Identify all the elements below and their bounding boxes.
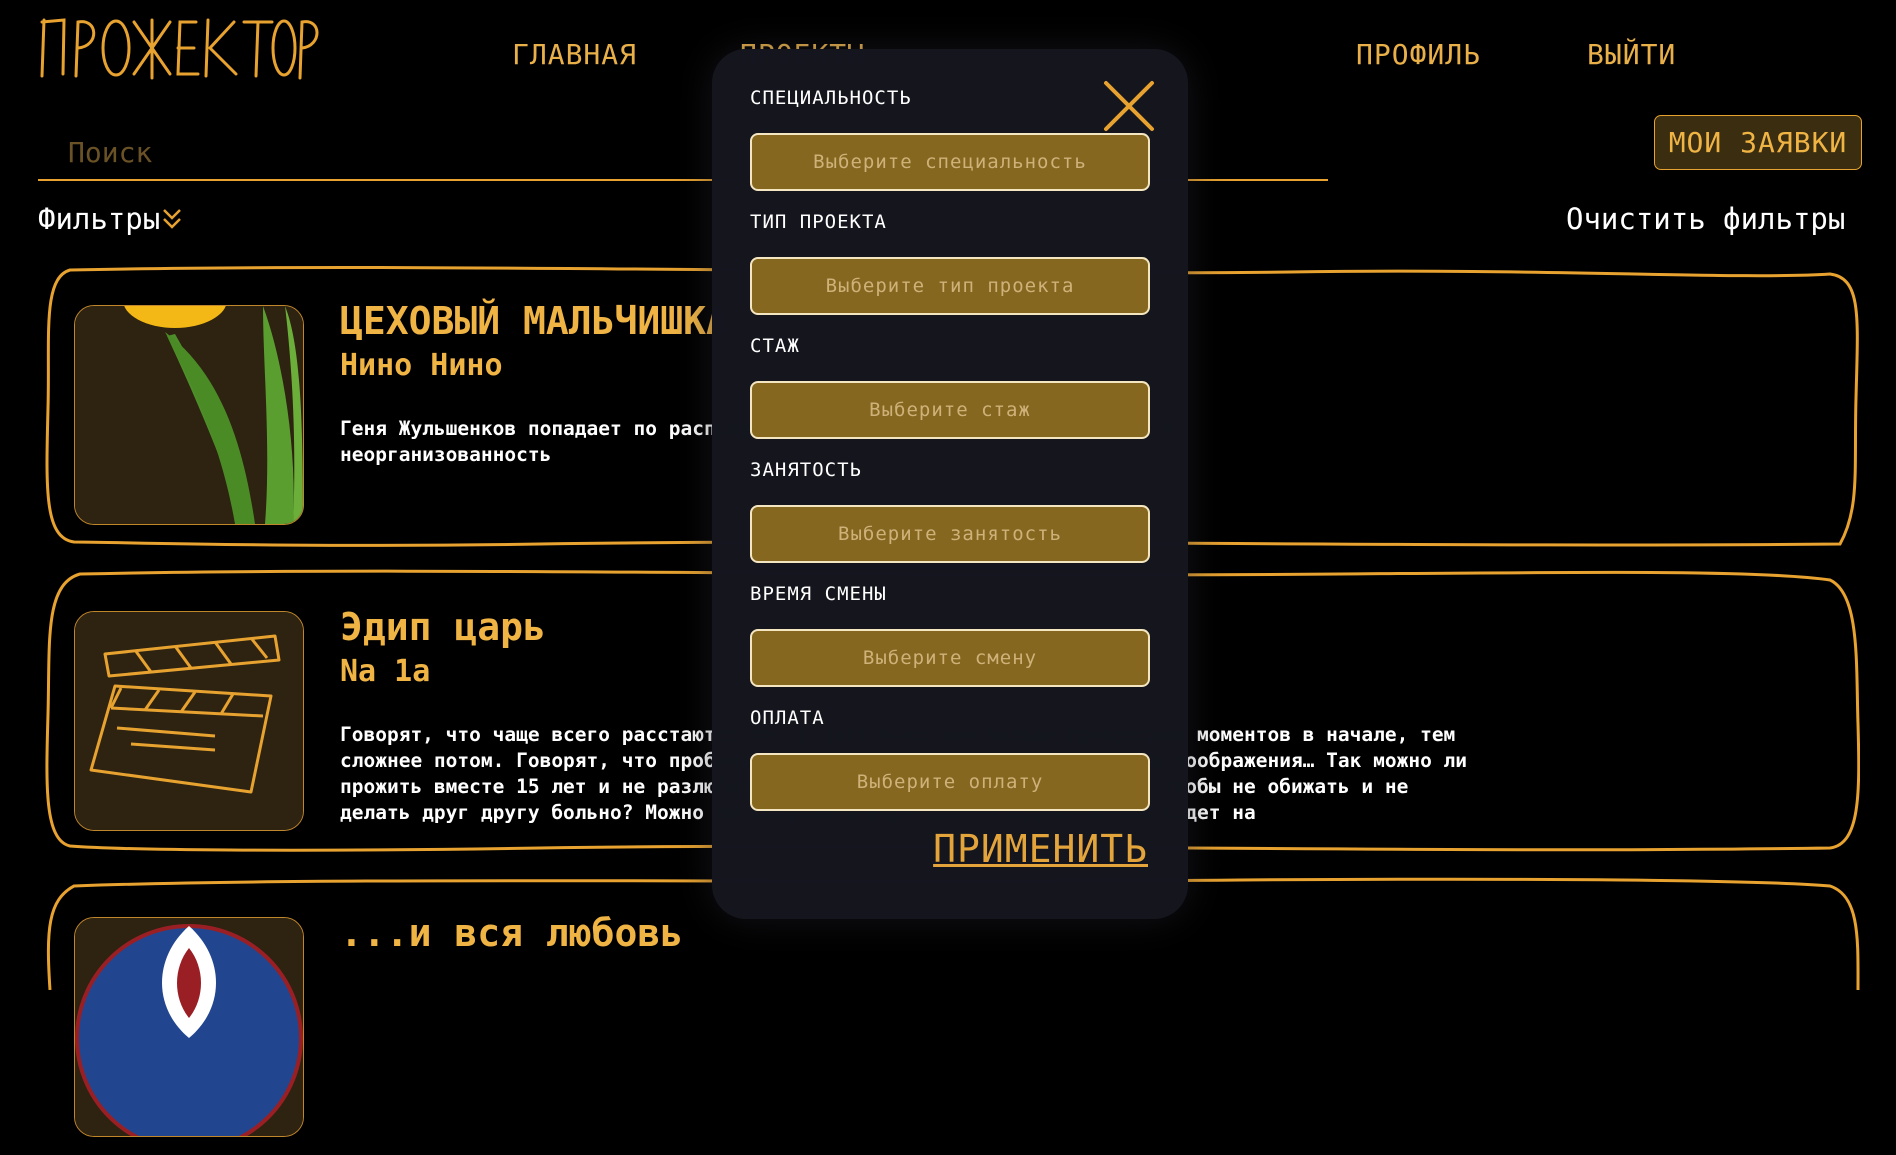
logo[interactable]	[38, 12, 320, 82]
clear-filters-button[interactable]: Очистить фильтры	[1566, 202, 1845, 236]
project-title[interactable]: ...и вся любовь	[340, 911, 683, 955]
filter-modal: СПЕЦИАЛЬНОСТЬ Выберите специальность ТИП…	[712, 49, 1188, 919]
payment-label: ОПЛАТА	[750, 707, 825, 729]
close-icon[interactable]	[1102, 79, 1156, 133]
my-requests-button[interactable]: МОИ ЗАЯВКИ	[1654, 115, 1862, 170]
project-type-label: ТИП ПРОЕКТА	[750, 211, 887, 233]
chevron-double-down-icon	[163, 209, 182, 229]
apply-button[interactable]: ПРИМЕНИТЬ	[928, 827, 1148, 871]
project-title[interactable]: ЦЕХОВЫЙ МАЛЬЧИШКА	[340, 299, 729, 343]
specialty-label: СПЕЦИАЛЬНОСТЬ	[750, 87, 912, 109]
filters-toggle[interactable]: Фильтры	[38, 202, 182, 236]
employment-select[interactable]: Выберите занятость	[750, 505, 1150, 563]
payment-select[interactable]: Выберите оплату	[750, 753, 1150, 811]
experience-select[interactable]: Выберите стаж	[750, 381, 1150, 439]
nav-profile[interactable]: ПРОФИЛЬ	[1356, 38, 1481, 71]
shift-time-select[interactable]: Выберите смену	[750, 629, 1150, 687]
nav-home[interactable]: ГЛАВНАЯ	[512, 38, 637, 71]
project-title[interactable]: Эдип царь	[340, 605, 546, 649]
filters-label: Фильтры	[38, 202, 161, 236]
project-author: Na 1a	[340, 654, 431, 689]
clapperboard-image	[74, 611, 304, 831]
project-type-select[interactable]: Выберите тип проекта	[750, 257, 1150, 315]
employment-label: ЗАНЯТОСТЬ	[750, 459, 862, 481]
tulip-image	[74, 305, 304, 525]
project-author: Нино Нино	[340, 348, 503, 383]
experience-label: СТАЖ	[750, 335, 800, 357]
nav-logout[interactable]: ВЫЙТИ	[1587, 38, 1676, 71]
circle-image	[74, 917, 304, 1137]
shift-time-label: ВРЕМЯ СМЕНЫ	[750, 583, 887, 605]
specialty-select[interactable]: Выберите специальность	[750, 133, 1150, 191]
